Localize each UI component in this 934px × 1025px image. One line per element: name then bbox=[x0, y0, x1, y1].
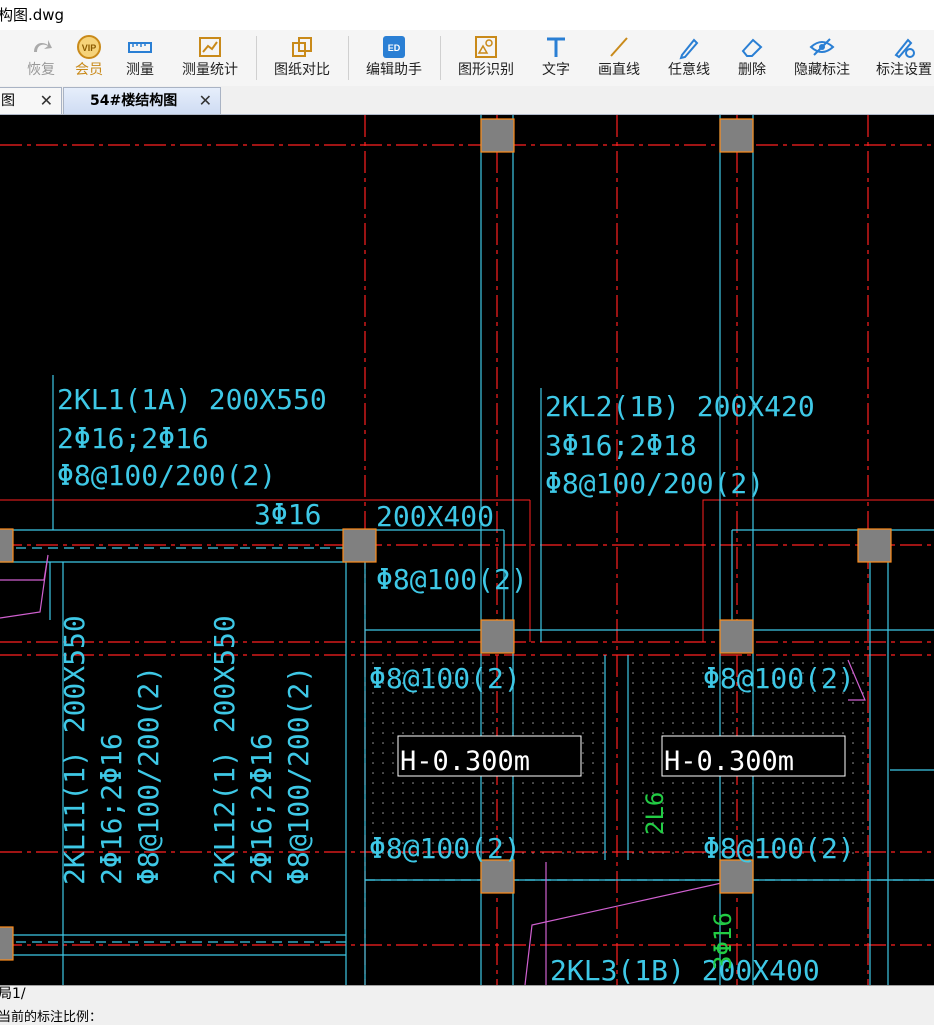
beam-kl2-stirrup: Φ8@100/200(2) bbox=[545, 467, 764, 500]
status-hint: 当前的标注比例： bbox=[0, 1010, 103, 1025]
layout-tab[interactable]: 局1/ bbox=[0, 986, 26, 1003]
freehand-icon bbox=[679, 38, 699, 60]
beam-kl2-name: 2KL2(1B) 200X420 bbox=[545, 390, 815, 423]
annotations: 2KL1(1A) 200X550 2Φ16;2Φ16 Φ8@100/200(2)… bbox=[57, 383, 855, 985]
toolbar-separator bbox=[348, 36, 349, 80]
edit-assistant-icon: ED bbox=[383, 36, 405, 58]
slab-elevation-label: H-0.300m bbox=[400, 746, 530, 777]
rebar-3phi16-green: 3Φ16 bbox=[709, 912, 737, 970]
cad-drawing: 2KL1(1A) 200X550 2Φ16;2Φ16 Φ8@100/200(2)… bbox=[0, 115, 934, 985]
stirrup-label: Φ8@100(2) bbox=[369, 832, 521, 865]
ruler-icon bbox=[128, 42, 152, 53]
annotation-settings-button[interactable]: 标注设置 bbox=[872, 32, 934, 84]
freehand-button[interactable]: 任意线 bbox=[662, 32, 716, 84]
drawing-canvas[interactable]: 2KL1(1A) 200X550 2Φ16;2Φ16 Φ8@100/200(2)… bbox=[0, 115, 934, 985]
stirrup-label: Φ8@100(2) bbox=[703, 832, 855, 865]
beam-kl11-name: 2KL11(1) 200X550 bbox=[58, 615, 91, 885]
measure-stats-button[interactable]: 测量统计 bbox=[176, 32, 244, 84]
beam-2l6-label: 2L6 bbox=[641, 792, 669, 835]
tab-label: 54#楼结构图 bbox=[90, 93, 178, 109]
hide-annotations-button[interactable]: 隐藏标注 bbox=[790, 32, 854, 84]
text-icon bbox=[547, 37, 565, 57]
toolbar-separator bbox=[440, 36, 441, 80]
window-title: 构图.dwg bbox=[0, 6, 65, 24]
beam-kl12-name: 2KL12(1) 200X550 bbox=[208, 615, 241, 885]
hide-eye-icon bbox=[809, 38, 835, 56]
slab-elevation-label: H-0.300m bbox=[664, 746, 794, 777]
stirrup-label: Φ8@100(2) bbox=[369, 662, 521, 695]
beam-kl2-top: 3Φ16;2Φ18 bbox=[545, 429, 697, 462]
rebar-3phi16: 3Φ16 bbox=[254, 498, 321, 531]
text-button[interactable]: 文字 bbox=[536, 32, 576, 84]
compare-button[interactable]: 图纸对比 bbox=[268, 32, 336, 84]
title-bar: 构图.dwg bbox=[0, 0, 934, 30]
close-icon[interactable]: ✕ bbox=[199, 88, 212, 114]
measure-button[interactable]: 测量 bbox=[118, 32, 162, 84]
document-tab-bar: 图 ✕ 54#楼结构图 ✕ bbox=[0, 86, 934, 115]
beam-kl1-stirrup: Φ8@100/200(2) bbox=[57, 459, 276, 492]
vip-icon: VIP bbox=[77, 35, 101, 59]
beam-kl1-name: 2KL1(1A) 200X550 bbox=[57, 383, 327, 416]
annotation-settings-icon bbox=[894, 38, 915, 59]
beam-kl12-stirrup: Φ8@100/200(2) bbox=[282, 666, 315, 885]
svg-text:ED: ED bbox=[388, 43, 401, 53]
status-bar: 局1/ 当前的标注比例： bbox=[0, 985, 934, 1025]
measure-stats-icon bbox=[199, 37, 221, 57]
shape-recognition-icon bbox=[475, 36, 497, 58]
svg-text:VIP: VIP bbox=[82, 43, 97, 53]
beam-kl12-top: 2Φ16;2Φ16 bbox=[245, 733, 278, 885]
stirrup-label: Φ8@100(2) bbox=[376, 563, 528, 596]
redo-button[interactable]: 恢复 bbox=[20, 32, 62, 84]
draw-line-button[interactable]: 画直线 bbox=[592, 32, 646, 84]
line-icon bbox=[610, 37, 628, 57]
vip-button[interactable]: VIP 会员 bbox=[68, 32, 110, 84]
shape-recognition-button[interactable]: 图形识别 bbox=[452, 32, 520, 84]
beam-kl1-top: 2Φ16;2Φ16 bbox=[57, 422, 209, 455]
stirrup-label: Φ8@100(2) bbox=[703, 662, 855, 695]
tab-drawing-1[interactable]: 图 ✕ bbox=[0, 87, 62, 114]
beam-size-200x400: 200X400 bbox=[376, 500, 494, 533]
redo-icon bbox=[34, 40, 52, 52]
delete-button[interactable]: 删除 bbox=[732, 32, 772, 84]
beam-kl11-top: 2Φ16;2Φ16 bbox=[95, 733, 128, 885]
edit-assistant-button[interactable]: ED 编辑助手 bbox=[360, 32, 428, 84]
close-icon[interactable]: ✕ bbox=[40, 88, 53, 114]
toolbar: 恢复 VIP 会员 测量 测量统计 图纸对比 ED 编辑助手 图形识别 文字 画… bbox=[0, 30, 934, 87]
tab-label: 图 bbox=[1, 93, 15, 109]
compare-icon bbox=[292, 37, 312, 57]
eraser-icon bbox=[741, 38, 763, 57]
beam-kl3-name: 2KL3(1B) 200X400 bbox=[550, 954, 820, 985]
toolbar-separator bbox=[256, 36, 257, 80]
beam-kl11-stirrup: Φ8@100/200(2) bbox=[132, 666, 165, 885]
tab-structure-drawing[interactable]: 54#楼结构图 ✕ bbox=[63, 87, 221, 114]
